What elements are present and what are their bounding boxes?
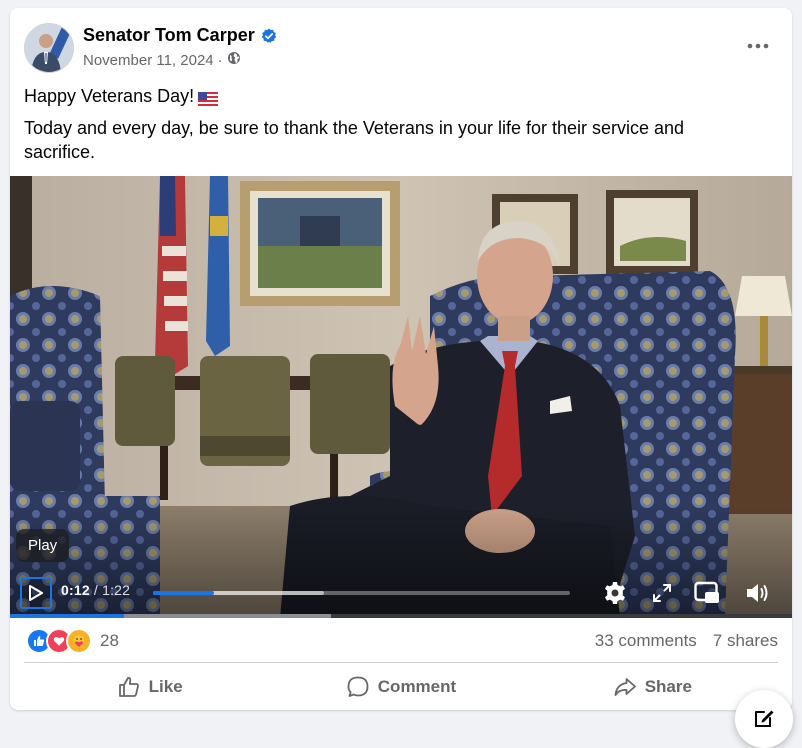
actions-divider [24, 662, 778, 663]
duration: 1:22 [102, 582, 131, 598]
video-time: 0:12 / 1:22 [61, 582, 130, 598]
reaction-count[interactable]: 28 [100, 631, 119, 651]
video-player[interactable] [10, 176, 792, 618]
post-text-line1: Happy Veterans Day! [24, 86, 219, 107]
video-controls: 0:12 / 1:22 [10, 572, 792, 614]
post-actions: Like Comment Share [24, 666, 778, 708]
video-progress-bar[interactable] [10, 614, 792, 618]
play-icon [29, 585, 43, 601]
comment-bubble-icon [347, 676, 369, 697]
share-label: Share [644, 677, 692, 696]
us-flag-icon [198, 90, 219, 106]
current-time: 0:12 [61, 582, 90, 598]
fullscreen-icon[interactable] [649, 580, 675, 606]
post-text-line2: Today and every day, be sure to thank th… [24, 118, 685, 162]
avatar[interactable] [24, 23, 74, 73]
verified-badge-icon [261, 28, 277, 44]
like-button[interactable]: Like [24, 666, 275, 708]
care-icon [66, 628, 92, 654]
volume-icon[interactable] [745, 580, 771, 606]
picture-in-picture-icon[interactable] [694, 580, 720, 606]
new-message-button[interactable] [735, 690, 793, 748]
video-progress-fill [10, 614, 125, 618]
comment-label: Comment [377, 677, 457, 696]
like-label: Like [148, 677, 183, 696]
comment-button[interactable]: Comment [275, 666, 526, 708]
post-card: Senator Tom Carper November 11, 2024 · H… [10, 8, 792, 710]
more-options-icon[interactable] [746, 34, 770, 58]
reactions-summary[interactable]: 28 [26, 628, 119, 654]
author-name[interactable]: Senator Tom Carper [83, 25, 277, 46]
play-button[interactable] [20, 577, 52, 609]
compose-icon [755, 710, 774, 727]
post-meta: November 11, 2024 · [83, 51, 241, 69]
author-name-text[interactable]: Senator Tom Carper [83, 25, 255, 46]
scrubber-progress [153, 591, 214, 595]
settings-gear-icon[interactable] [602, 580, 628, 606]
scrubber[interactable] [153, 591, 570, 595]
share-arrow-icon [614, 678, 636, 696]
time-separator: / [89, 582, 103, 598]
globe-icon[interactable] [227, 51, 241, 69]
thumbs-up-icon [118, 677, 139, 697]
post-text-greeting: Happy Veterans Day! [24, 86, 195, 106]
shares-count[interactable]: 7 shares [713, 631, 778, 651]
meta-separator: · [217, 51, 223, 69]
post-stats: 33 comments 7 shares [595, 631, 778, 651]
comments-count[interactable]: 33 comments [595, 631, 697, 651]
play-tooltip: Play [16, 529, 70, 562]
post-date[interactable]: November 11, 2024 [83, 52, 214, 69]
